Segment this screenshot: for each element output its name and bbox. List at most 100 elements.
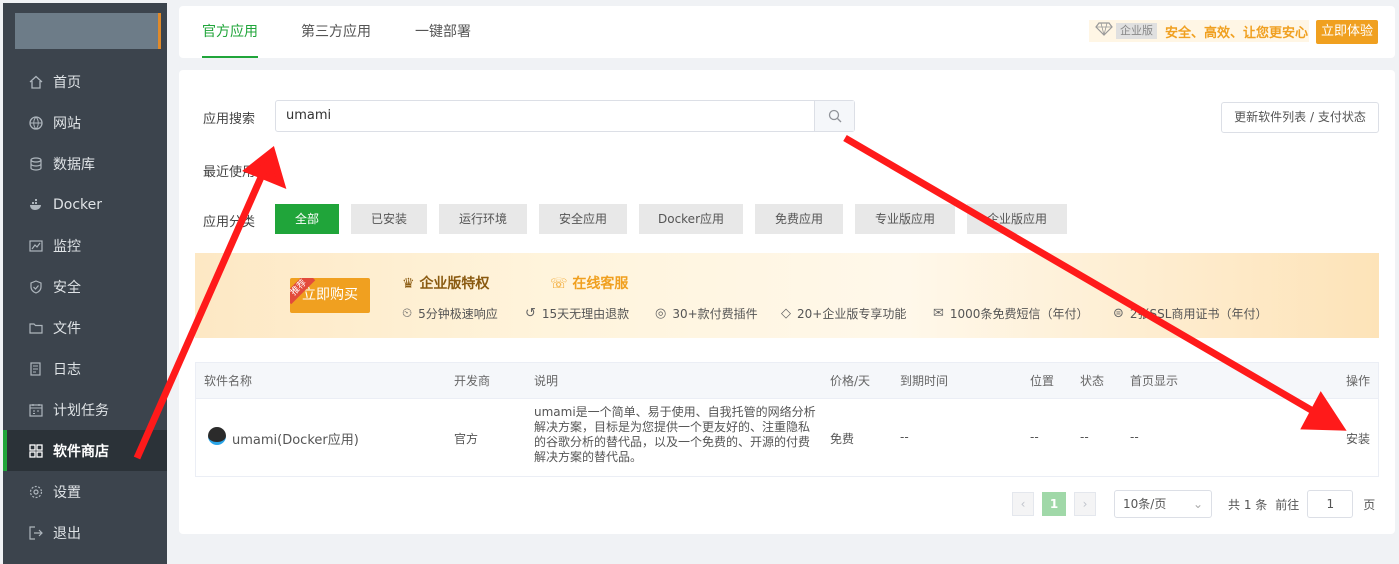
sidebar-item-label: 退出 [53, 525, 81, 542]
feature-text: 2张SSL商用证书（年付） [1129, 307, 1268, 321]
category-label: 应用分类 [203, 215, 256, 230]
column-header: 状态 [1080, 374, 1105, 388]
page-size-value: 10条/页 [1123, 497, 1167, 511]
enterprise-label: 企业版 [1116, 23, 1157, 39]
total-count: 共 1 条 [1228, 497, 1268, 512]
sidebar-item-label: 首页 [53, 74, 81, 91]
sidebar-item-label: 日志 [53, 361, 81, 378]
sidebar-item-security[interactable]: 安全 [3, 266, 167, 307]
category-installed[interactable]: 已安装 [351, 204, 427, 234]
update-software-list-button[interactable]: 更新软件列表 / 支付状态 [1221, 102, 1379, 133]
enterprise-banner: 推荐 立即购买 ♛ 企业版特权 ☏ 在线客服 ⏲ 5分钟极速响应 ↺ 15天无理由退… [195, 253, 1379, 338]
tab-one-click-deploy[interactable]: 一键部署 [415, 6, 471, 58]
search-input[interactable]: umami [276, 101, 814, 131]
sidebar-menu: 首页 网站 数据库 Docker 监控 安全 文件 日志 计划任务 软件商店 设… [3, 61, 167, 553]
column-header: 到期时间 [900, 374, 949, 388]
recent-label: 最近使用 [203, 165, 256, 180]
next-page-button[interactable]: › [1074, 492, 1096, 516]
sidebar-item-label: 安全 [53, 279, 81, 296]
install-link[interactable]: 安装 [1346, 430, 1370, 447]
sidebar-item-appstore[interactable]: 软件商店 [3, 430, 167, 471]
app-price: 免费 [830, 432, 855, 446]
shield-icon [27, 278, 45, 296]
app-expire: -- [900, 430, 909, 444]
feature-text: 20+企业版专享功能 [797, 307, 907, 321]
page-number[interactable]: 1 [1042, 492, 1066, 516]
table-row: umami(Docker应用) 官方 umami是一个简单、易于使用、自我托管的… [196, 399, 1378, 476]
category-all[interactable]: 全部 [275, 204, 339, 234]
sidebar-item-label: 设置 [53, 484, 81, 501]
online-service-link[interactable]: ☏ 在线客服 [550, 273, 628, 293]
page-unit-label: 页 [1363, 497, 1376, 512]
column-header: 操作 [1345, 374, 1370, 388]
crown-icon: ♛ [402, 276, 420, 292]
category-free[interactable]: 免费应用 [755, 204, 843, 234]
banner-feature: ✉ 1000条免费短信（年付） [933, 305, 1088, 322]
search-box: umami [275, 100, 855, 132]
folder-icon [27, 319, 45, 337]
sidebar-item-home[interactable]: 首页 [3, 61, 167, 102]
diamond-icon [1095, 22, 1113, 40]
monitor-icon [27, 237, 45, 255]
page-size-select[interactable]: 10条/页 ⌄ [1114, 490, 1212, 518]
sidebar-item-cron[interactable]: 计划任务 [3, 389, 167, 430]
sidebar-item-docker[interactable]: Docker [3, 184, 167, 225]
feature-text: 5分钟极速响应 [418, 307, 498, 321]
app-developer: 官方 [454, 432, 479, 446]
logout-icon [27, 524, 45, 542]
docker-icon [27, 196, 45, 214]
app-name: umami(Docker应用) [232, 433, 359, 448]
clock-icon: ⏲ [402, 306, 413, 321]
top-tab-bar: 官方应用 第三方应用 一键部署 企业版 安全、高效、让您更安心 立即体验 [179, 6, 1395, 58]
feature-text: 30+款付费插件 [672, 307, 758, 321]
category-security[interactable]: 安全应用 [539, 204, 627, 234]
search-icon[interactable] [814, 101, 854, 131]
buy-now-button[interactable]: 推荐 立即购买 [290, 278, 370, 313]
ssl-icon: ⊜ [1113, 306, 1124, 321]
database-icon [27, 155, 45, 173]
category-docker[interactable]: Docker应用 [639, 204, 743, 234]
enterprise-slogan: 安全、高效、让您更安心 [1165, 25, 1309, 41]
prev-page-button[interactable]: ‹ [1012, 492, 1034, 516]
sidebar-item-label: Docker [53, 196, 103, 213]
gear-icon [27, 483, 45, 501]
app-home-display: -- [1130, 430, 1139, 444]
column-header: 首页显示 [1130, 374, 1179, 388]
sidebar-item-database[interactable]: 数据库 [3, 143, 167, 184]
sidebar-item-label: 数据库 [53, 156, 95, 173]
tab-third-party-apps[interactable]: 第三方应用 [301, 6, 371, 58]
sidebar-item-monitor[interactable]: 监控 [3, 225, 167, 266]
chevron-down-icon: ⌄ [1192, 497, 1203, 511]
goto-page-input[interactable]: 1 [1307, 490, 1354, 518]
home-icon [27, 73, 45, 91]
enterprise-badge: 企业版 安全、高效、让您更安心 [1089, 20, 1309, 42]
sidebar-item-settings[interactable]: 设置 [3, 471, 167, 512]
logo [15, 13, 161, 49]
banner-feature: ⏲ 5分钟极速响应 [402, 305, 498, 322]
category-enterprise[interactable]: 企业版应用 [967, 204, 1067, 234]
sidebar-item-files[interactable]: 文件 [3, 307, 167, 348]
search-label: 应用搜索 [203, 112, 256, 127]
category-runtime[interactable]: 运行环境 [439, 204, 527, 234]
banner-title-text: 企业版特权 [419, 276, 490, 292]
sidebar-item-label: 软件商店 [53, 443, 109, 460]
app-status: -- [1080, 430, 1089, 444]
sidebar-item-label: 文件 [53, 320, 81, 337]
column-header: 说明 [534, 374, 559, 388]
tab-official-apps[interactable]: 官方应用 [202, 6, 258, 58]
main-panel: 应用搜索 umami 更新软件列表 / 支付状态 最近使用 应用分类 全部 已安… [179, 70, 1395, 534]
column-header: 位置 [1030, 374, 1055, 388]
banner-feature: ◇ 20+企业版专享功能 [781, 305, 906, 322]
pagination: ‹ 1 › 10条/页 ⌄ 共 1 条 前往 1 页 [1012, 490, 1375, 518]
sidebar-item-website[interactable]: 网站 [3, 102, 167, 143]
try-now-button[interactable]: 立即体验 [1316, 20, 1378, 44]
calendar-icon [27, 401, 45, 419]
app-position: -- [1030, 430, 1039, 444]
category-pro[interactable]: 专业版应用 [855, 204, 955, 234]
sidebar-item-label: 网站 [53, 115, 81, 132]
buy-now-label: 立即购买 [302, 287, 358, 303]
sidebar-item-logs[interactable]: 日志 [3, 348, 167, 389]
diamond-icon: ◇ [781, 306, 791, 321]
sidebar-item-label: 监控 [53, 238, 81, 255]
sidebar-item-logout[interactable]: 退出 [3, 512, 167, 553]
